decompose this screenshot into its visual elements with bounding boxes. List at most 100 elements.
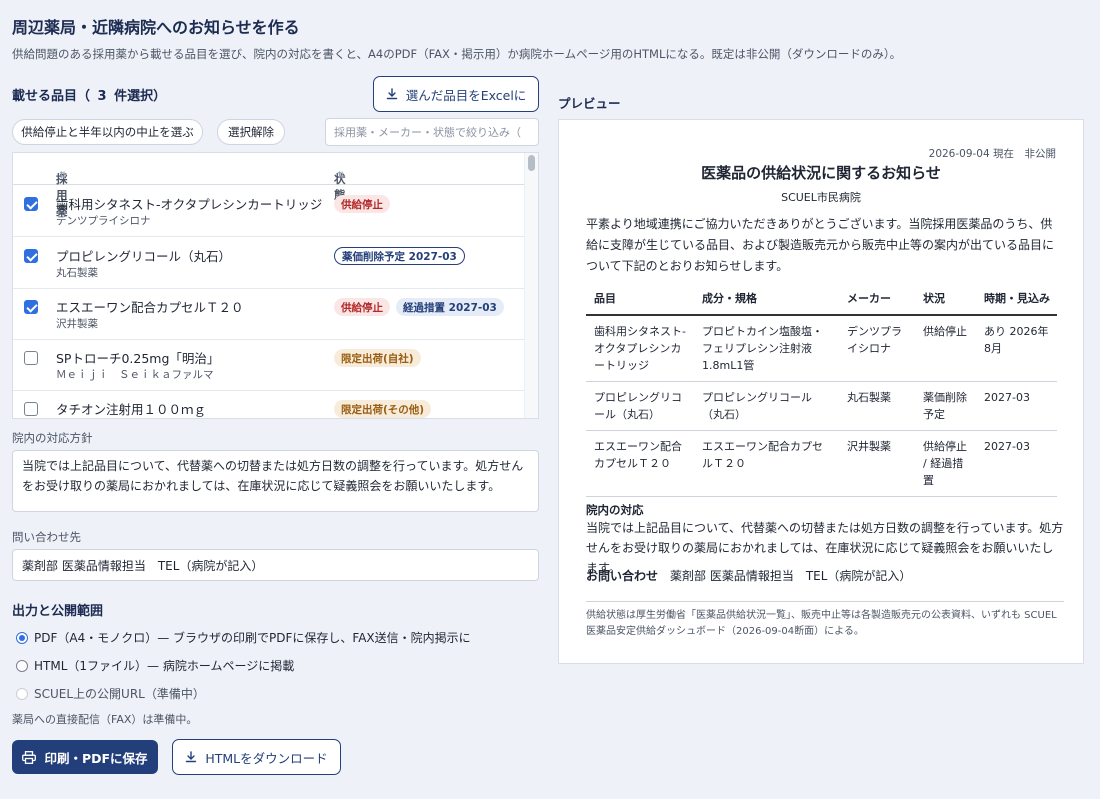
preview-cell: 2027-03	[976, 381, 1057, 431]
drug-maker: デンツプライシロナ	[56, 215, 151, 227]
contact-label: 問い合わせ先	[12, 530, 81, 544]
preview-response-label: 院内の対応	[586, 503, 644, 517]
status-badge: 供給停止	[334, 298, 390, 316]
preview-row: エスエーワン配合カプセルＴ２０ エスエーワン配合カプセルＴ２０ 沢井製薬 供給停止 /…	[586, 430, 1057, 497]
row-checkbox[interactable]	[24, 402, 38, 416]
status-badges: 供給停止	[334, 195, 390, 213]
selected-count: 3	[97, 89, 107, 104]
preview-cell: 歯科用シタネスト-オクタプレシンカートリッジ	[586, 315, 694, 382]
status-badge: 限定出荷(自社)	[334, 349, 421, 367]
fax-note: 薬局への直接配信（FAX）は準備中。	[12, 713, 198, 726]
table-row[interactable]: プロピレングリコール（丸石） 丸石製薬 薬価削除予定 2027-03	[13, 238, 526, 289]
preview-cell: 沢井製薬	[839, 430, 915, 497]
table-row[interactable]: エスエーワン配合カプセルＴ２０ 沢井製薬 供給停止 経過措置 2027-03	[13, 289, 526, 340]
preview-cell: 丸石製薬	[839, 381, 915, 431]
preview-row: プロピレングリコール（丸石） プロピレングリコール（丸石） 丸石製薬 薬価削除予定 20…	[586, 381, 1057, 431]
preview-cell: 2027-03	[976, 430, 1057, 497]
row-checkbox[interactable]	[24, 197, 38, 211]
drug-name: エスエーワン配合カプセルＴ２０	[56, 300, 244, 315]
print-pdf-label: 印刷・PDFに保存	[44, 750, 148, 766]
table-row[interactable]: タチオン注射用１００ｍｇ長生堂製薬 限定出荷(その他)	[13, 391, 526, 419]
download-html-button[interactable]: HTMLをダウンロード	[172, 739, 341, 775]
row-checkbox[interactable]	[24, 300, 38, 314]
policy-label: 院内の対応方針	[12, 431, 93, 445]
output-option: SCUEL上の公開URL（準備中）	[16, 685, 205, 702]
drug-name: プロピレングリコール（丸石）	[56, 249, 232, 264]
preview-document: 2026-09-04 現在 非公開 医薬品の供給状況に関するお知らせ SCUEL…	[558, 119, 1084, 664]
select-discontinued-button[interactable]: 供給停止と半年以内の中止を選ぶ	[12, 119, 203, 145]
preview-col-header: 時期・見込み	[976, 282, 1057, 316]
drug-maker: 丸石製薬	[56, 267, 98, 279]
preview-title: 医薬品の供給状況に関するお知らせ	[701, 164, 941, 182]
export-excel-label: 選んだ品目をExcelに	[405, 87, 527, 103]
preview-contact-value: 薬剤部 医薬品情報担当 TEL（病院が記入）	[670, 569, 912, 583]
preview-cell: デンツプライシロナ	[839, 315, 915, 382]
preview-date-status: 2026-09-04 現在 非公開	[928, 148, 1056, 160]
preview-cell: あり 2026年8月	[976, 315, 1057, 382]
preview-cell: エスエーワン配合カプセルＴ２０	[694, 430, 839, 497]
output-option[interactable]: HTML（1ファイル）— 病院ホームページに掲載	[16, 657, 294, 674]
print-pdf-button[interactable]: 印刷・PDFに保存	[12, 740, 158, 774]
radio-button	[16, 687, 28, 700]
drug-table: 採用薬⇅ 状態⇅ 歯科用シタネスト-オクタプレシンカートリッジデンツプライシロナ…	[12, 152, 539, 419]
contact-input[interactable]	[12, 549, 539, 581]
preview-cell: 供給停止 / 経過措置	[915, 430, 976, 497]
printer-icon	[22, 750, 37, 764]
drug-maker: 沢井製薬	[56, 318, 98, 330]
table-row[interactable]: 歯科用シタネスト-オクタプレシンカートリッジ デンツプライシロナ 供給停止	[13, 186, 526, 237]
preview-contact: お問い合わせ 薬剤部 医薬品情報担当 TEL（病院が記入）	[586, 567, 911, 584]
status-badge: 薬価削除予定 2027-03	[334, 247, 465, 265]
option-label: PDF（A4・モノクロ）— ブラウザの印刷でPDFに保存し、FAX送信・院内掲示…	[34, 631, 471, 645]
status-badges: 限定出荷(自社)	[334, 349, 421, 367]
filter-input[interactable]	[325, 118, 539, 146]
policy-textarea[interactable]: 当院では上記品目について、代替薬への切替または処方日数の調整を行っています。処方…	[12, 450, 539, 512]
preview-cell: エスエーワン配合カプセルＴ２０	[586, 430, 694, 497]
preview-row: 歯科用シタネスト-オクタプレシンカートリッジ プロピトカイン塩酸塩・フェリプレシン…	[586, 315, 1057, 382]
option-label: HTML（1ファイル）— 病院ホームページに掲載	[34, 659, 295, 673]
preview-col-header: メーカー	[839, 282, 915, 316]
option-label: SCUEL上の公開URL（準備中）	[34, 687, 205, 701]
drug-name: タチオン注射用１００ｍｇ	[56, 402, 207, 417]
output-option[interactable]: PDF（A4・モノクロ）— ブラウザの印刷でPDFに保存し、FAX送信・院内掲示…	[16, 629, 471, 646]
download-icon	[386, 88, 398, 100]
status-badge: 供給停止	[334, 195, 390, 213]
preview-table-header: 品目 成分・規格 メーカー 状況 時期・見込み	[586, 282, 1057, 316]
preview-cell: 供給停止	[915, 315, 976, 382]
status-badges: 薬価削除予定 2027-03	[334, 247, 465, 265]
preview-table: 品目 成分・規格 メーカー 状況 時期・見込み 歯科用シタネスト-オクタプレシンカートリ…	[586, 282, 1057, 497]
preview-col-header: 品目	[586, 282, 694, 316]
drug-maker: 長生堂製薬	[56, 418, 109, 419]
output-section-label: 出力と公開範囲	[12, 604, 104, 619]
items-label-suffix: 件選択）	[114, 89, 167, 104]
preview-cell: プロピトカイン塩酸塩・フェリプレシン注射液1.8mL1管	[694, 315, 839, 382]
status-badge: 限定出荷(その他)	[334, 400, 432, 418]
table-row[interactable]: SPトローチ0.25mg「明治」 Ｍｅｉｊｉ Ｓｅｉｋａファルマ 限定出荷(自社)	[13, 340, 526, 391]
sort-icon: ⇅	[337, 171, 345, 181]
preview-cell: 薬価削除予定	[915, 381, 976, 431]
page-subtitle: 供給問題のある採用薬から載せる品目を選び、院内の対応を書くと、A4のPDF（FA…	[12, 47, 902, 61]
drug-maker: Ｍｅｉｊｉ Ｓｅｉｋａファルマ	[56, 369, 214, 381]
radio-button[interactable]	[16, 631, 28, 644]
download-html-label: HTMLをダウンロード	[205, 750, 328, 766]
clear-selection-button[interactable]: 選択解除	[217, 119, 285, 145]
status-badge: 経過措置 2027-03	[396, 298, 504, 316]
preview-cell: プロピレングリコール（丸石）	[586, 381, 694, 431]
status-badges: 供給停止 経過措置 2027-03	[334, 298, 504, 316]
row-checkbox[interactable]	[24, 249, 38, 263]
export-excel-button[interactable]: 選んだ品目をExcelに	[373, 76, 539, 112]
preview-hospital: SCUEL市民病院	[781, 191, 861, 204]
sort-icon: ⇅	[59, 171, 67, 181]
preview-contact-label: お問い合わせ	[586, 569, 659, 583]
items-section-label: 載せる品目（ 3 件選択）	[12, 85, 166, 104]
preview-table-body: 歯科用シタネスト-オクタプレシンカートリッジ プロピトカイン塩酸塩・フェリプレシン…	[586, 315, 1057, 497]
scrollbar-thumb[interactable]	[528, 155, 535, 171]
preview-intro: 平素より地域連携にご協力いただきありがとうございます。当院採用医薬品のうち、供給…	[586, 217, 1055, 273]
status-badges: 限定出荷(その他)	[334, 400, 432, 418]
row-checkbox[interactable]	[24, 351, 38, 365]
preview-source-note: 供給状態は厚生労働省「医薬品供給状況一覧」、販売中止等は各製造販売元の公表資料、…	[586, 601, 1064, 640]
preview-col-header: 成分・規格	[694, 282, 839, 316]
radio-button[interactable]	[16, 659, 28, 672]
page-title: 周辺薬局・近隣病院へのお知らせを作る	[12, 18, 300, 37]
scrollbar[interactable]	[524, 153, 538, 418]
preview-col-header: 状況	[915, 282, 976, 316]
